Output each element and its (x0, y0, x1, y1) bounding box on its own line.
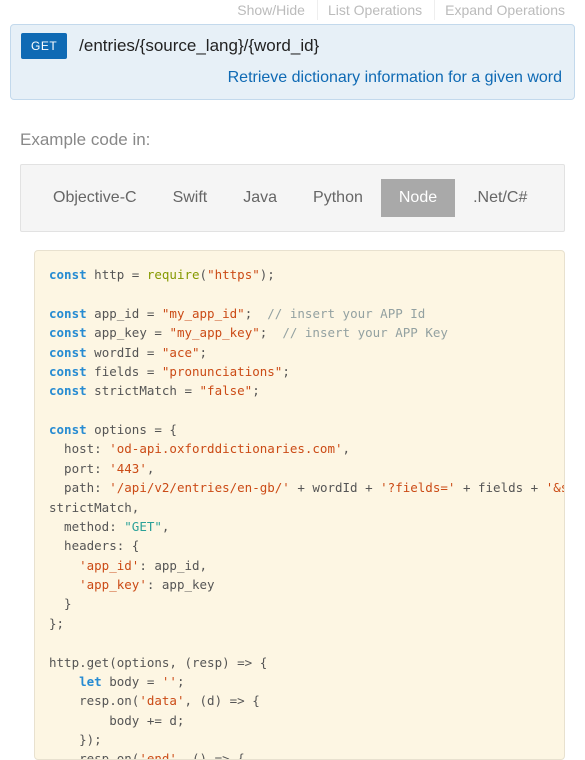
code-token: }); (49, 732, 102, 747)
code-token: headers: { (49, 538, 139, 553)
code-token: : app_id, (139, 558, 207, 573)
code-token: const (49, 325, 87, 340)
code-token: const (49, 267, 87, 282)
code-token: options = { (87, 422, 177, 437)
code-token: ; (177, 674, 185, 689)
code-token: , () => { (177, 751, 245, 760)
tab-dotnet[interactable]: .Net/C# (455, 179, 545, 217)
list-operations-link[interactable]: List Operations (317, 0, 432, 20)
endpoint-description: Retrieve dictionary information for a gi… (11, 59, 574, 99)
code-token: // insert your APP Id (252, 306, 425, 321)
tab-node[interactable]: Node (381, 179, 455, 217)
code-token: // insert your APP Key (267, 325, 448, 340)
code-token: method: (49, 519, 124, 534)
code-token: '443' (109, 461, 147, 476)
code-token: '&strictMatch=' (546, 480, 565, 495)
code-token: wordId = (87, 345, 162, 360)
code-token: "my_app_key" (169, 325, 259, 340)
example-code-label: Example code in: (20, 130, 575, 150)
show-hide-link[interactable]: Show/Hide (227, 0, 315, 20)
method-badge: GET (21, 33, 67, 59)
code-token: + fields + (455, 480, 545, 495)
endpoint-header: GET /entries/{source_lang}/{word_id} Ret… (10, 24, 575, 100)
endpoint-path: /entries/{source_lang}/{word_id} (79, 36, 319, 56)
code-token: ( (200, 267, 208, 282)
code-token: strictMatch = (87, 383, 200, 398)
code-token: } (49, 596, 72, 611)
tab-java[interactable]: Java (225, 179, 295, 217)
code-token: , (147, 461, 155, 476)
code-token: const (49, 345, 87, 360)
code-token: require (147, 267, 200, 282)
code-token: resp.on( (49, 751, 139, 760)
code-token: const (49, 383, 87, 398)
top-links: Show/Hide List Operations Expand Operati… (10, 0, 575, 24)
code-token: host: (49, 441, 109, 456)
code-token: 'data' (139, 693, 184, 708)
language-tabs: Objective-C Swift Java Python Node .Net/… (20, 164, 565, 232)
code-token: ); (260, 267, 275, 282)
tab-python[interactable]: Python (295, 179, 381, 217)
code-token: }; (49, 616, 64, 631)
code-token: 'app_key' (79, 577, 147, 592)
expand-operations-link[interactable]: Expand Operations (434, 0, 575, 20)
code-token: app_key = (87, 325, 170, 340)
code-token: "my_app_id" (162, 306, 245, 321)
tab-objective-c[interactable]: Objective-C (35, 179, 155, 217)
code-token: 'od-api.oxforddictionaries.com' (109, 441, 342, 456)
code-token: const (49, 364, 87, 379)
code-token: let (79, 674, 102, 689)
code-token: "GET" (124, 519, 162, 534)
code-token: const (49, 422, 87, 437)
code-token: strictMatch, (49, 500, 139, 515)
code-token: body = (102, 674, 162, 689)
code-token: http = (87, 267, 147, 282)
code-token: '' (162, 674, 177, 689)
code-token: , (343, 441, 351, 456)
code-token: 'end' (139, 751, 177, 760)
code-token: "false" (200, 383, 253, 398)
code-token: "pronunciations" (162, 364, 282, 379)
code-token: : app_key (147, 577, 215, 592)
tab-swift[interactable]: Swift (155, 179, 226, 217)
endpoint-row[interactable]: GET /entries/{source_lang}/{word_id} (11, 25, 574, 59)
code-token: const (49, 306, 87, 321)
code-token: , (162, 519, 170, 534)
code-token: "https" (207, 267, 260, 282)
code-token: fields = (87, 364, 162, 379)
code-token: ; (252, 383, 260, 398)
code-token: 'app_id' (79, 558, 139, 573)
code-token: port: (49, 461, 109, 476)
code-token: http.get(options, (resp) => { (49, 655, 267, 670)
code-token: resp.on( (49, 693, 139, 708)
code-token: '/api/v2/entries/en-gb/' (109, 480, 290, 495)
code-example: const http = require("https"); const app… (34, 250, 565, 760)
code-token: ; (200, 345, 208, 360)
code-token: path: (49, 480, 109, 495)
code-token: + wordId + (290, 480, 380, 495)
code-token: "ace" (162, 345, 200, 360)
code-token: body += d; (49, 713, 184, 728)
code-token: app_id = (87, 306, 162, 321)
code-token: , (d) => { (184, 693, 259, 708)
code-token: '?fields=' (380, 480, 455, 495)
code-token: ; (282, 364, 290, 379)
